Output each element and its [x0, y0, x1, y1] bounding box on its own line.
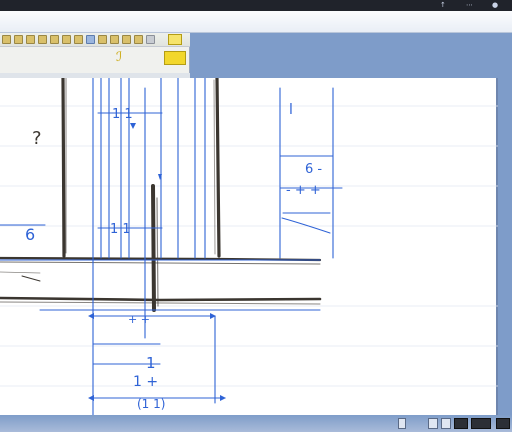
color-swatch[interactable] [164, 51, 186, 65]
zoom-icon[interactable] [110, 35, 119, 44]
zoom-in-icon[interactable] [454, 418, 468, 429]
dimension-label: 6 [25, 225, 35, 244]
dimension-label: (1 1) [137, 397, 165, 411]
tray-icon[interactable]: ⋯ [466, 1, 473, 9]
eraser-icon[interactable] [14, 35, 23, 44]
select-icon[interactable] [86, 35, 95, 44]
fit-icon[interactable] [441, 418, 451, 429]
move-icon[interactable] [98, 35, 107, 44]
hint-glyph: ℐ [116, 50, 123, 65]
app-window: ℐ 1 1 l 6 6 - - + + 1 1 ? + + 1 1 + (1 1… [0, 11, 512, 432]
dimension-label: ? [32, 128, 42, 149]
dimension-label: 1 + [133, 374, 158, 390]
text-icon[interactable] [74, 35, 83, 44]
ink-strokes [0, 78, 343, 419]
line-icon[interactable] [26, 35, 35, 44]
dimension-label: + + [128, 313, 150, 326]
dimension-label: l [289, 102, 293, 118]
pencil-icon[interactable] [2, 35, 11, 44]
dimension-label: 1 [146, 354, 156, 372]
page-icon[interactable] [398, 418, 406, 429]
tray-icon[interactable]: ● [492, 1, 498, 9]
tool-button-row [0, 33, 190, 47]
fill-icon[interactable] [62, 35, 71, 44]
layer-icon[interactable] [168, 34, 182, 45]
ellipse-icon[interactable] [50, 35, 59, 44]
dimension-label: - + + [286, 183, 321, 198]
undo-icon[interactable] [122, 35, 131, 44]
rectangle-icon[interactable] [38, 35, 47, 44]
dimension-label: 6 - [305, 162, 322, 177]
dimension-label: 1 1 [110, 222, 131, 237]
settings-icon[interactable] [496, 418, 510, 429]
status-bar [0, 415, 512, 432]
tray-icon[interactable]: ↑ [440, 1, 446, 9]
zoom-out-icon[interactable] [428, 418, 438, 429]
title-strip [0, 11, 512, 33]
sketch-svg: 1 1 l 6 6 - - + + 1 1 ? + + 1 1 + (1 1) [0, 78, 498, 419]
tool-panel: ℐ [0, 33, 190, 79]
dimension-label: 1 1 [112, 107, 133, 122]
system-top-bar: ↑ ⋯ ● [0, 0, 512, 11]
view-icon[interactable] [471, 418, 491, 429]
grid-icon[interactable] [146, 35, 155, 44]
drawing-canvas[interactable]: 1 1 l 6 6 - - + + 1 1 ? + + 1 1 + (1 1) [0, 78, 498, 426]
redo-icon[interactable] [134, 35, 143, 44]
right-scroll-rail[interactable] [498, 33, 512, 426]
